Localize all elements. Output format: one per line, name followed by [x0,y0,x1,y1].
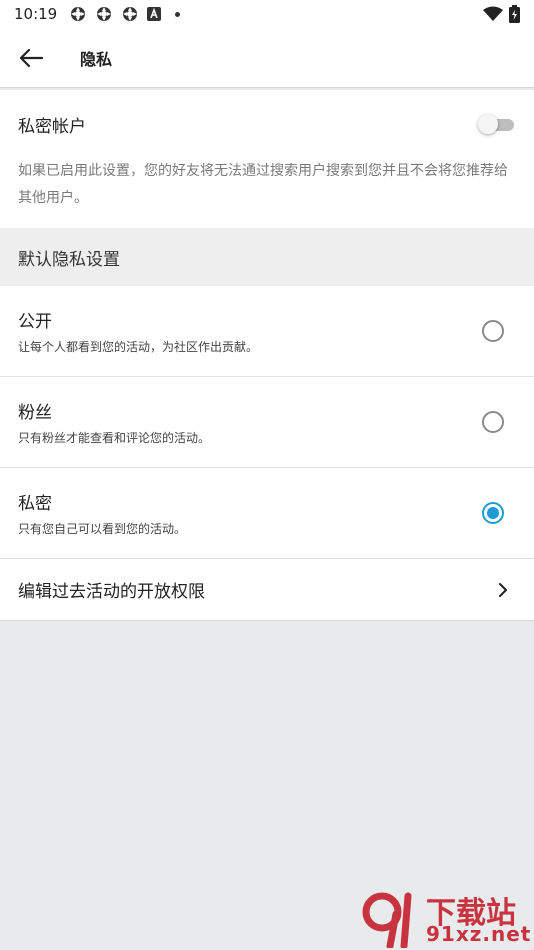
private-account-toggle[interactable] [478,113,516,135]
gear-icon [123,7,138,21]
option-title: 粉丝 [18,403,52,423]
option-subtitle: 只有粉丝才能查看和评论您的活动。 [18,431,211,445]
option-subtitle: 让每个人都看到您的活动，为社区作出贡献。 [18,340,259,354]
chevron-right-icon [499,582,507,597]
private-account-label: 私密帐户 [18,116,86,137]
battery-icon [509,5,520,23]
wifi-icon [483,6,503,21]
option-text: 粉丝 只有粉丝才能查看和评论您的活动。 [18,398,482,446]
notification-icons [69,5,181,23]
privacy-option-followers[interactable]: 粉丝 只有粉丝才能查看和评论您的活动。 [0,377,534,468]
option-text: 私密 只有您自己可以看到您的活动。 [18,489,482,537]
option-text: 公开 让每个人都看到您的活动，为社区作出贡献。 [18,307,482,355]
private-account-description: 如果已启用此设置，您的好友将无法通过搜索用户搜索到您并且不会将您推荐给其他用户。 [18,163,508,206]
arrow-left-icon [19,48,44,67]
watermark: 下载站 91xz.net [360,888,530,948]
radio-private[interactable] [482,502,504,524]
option-title: 公开 [18,312,52,332]
back-button[interactable] [0,28,62,88]
status-bar: 10:19 [0,0,534,28]
edit-past-activity-row[interactable]: 编辑过去活动的开放权限 [0,559,534,621]
status-time: 10:19 [14,5,58,23]
a-icon [147,7,162,21]
privacy-settings: 私密帐户 如果已启用此设置，您的好友将无法通过搜索用户搜索到您并且不会将您推荐给… [0,90,534,621]
page-title: 隐私 [80,49,113,69]
privacy-option-private[interactable]: 私密 只有您自己可以看到您的活动。 [0,468,534,559]
toggle-thumb [478,114,498,134]
option-title: 私密 [18,494,52,514]
option-subtitle: 只有您自己可以看到您的活动。 [18,522,187,536]
radio-public[interactable] [482,320,504,342]
gear-icon [71,7,86,21]
private-account-row: 私密帐户 [0,90,534,158]
privacy-option-public[interactable]: 公开 让每个人都看到您的活动，为社区作出贡献。 [0,286,534,377]
system-icons [483,5,520,23]
default-privacy-header: 默认隐私设置 [0,228,534,286]
app-bar: 隐私 [0,28,534,88]
site-logo-icon [362,892,412,948]
gear-icon [97,7,112,21]
watermark-line2: 91xz.net [426,922,532,946]
edit-past-activity-label: 编辑过去活动的开放权限 [18,582,205,602]
more-notifications-dot [175,11,181,17]
radio-followers[interactable] [482,411,504,433]
